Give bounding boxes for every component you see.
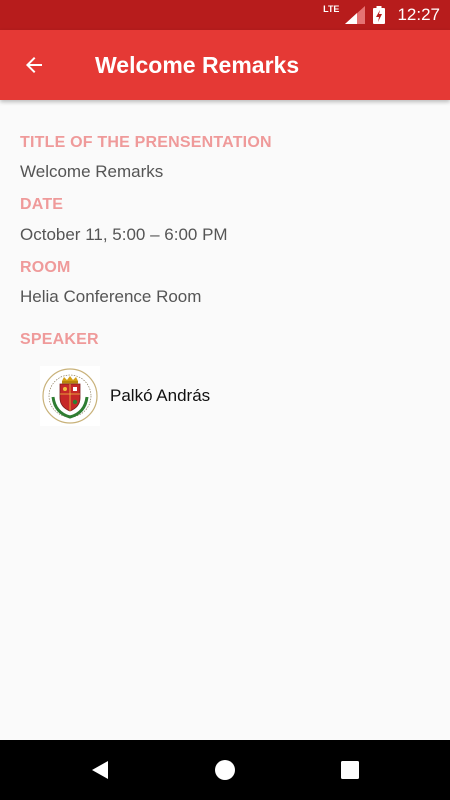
back-button[interactable]: [14, 45, 54, 85]
network-type: LTE: [323, 4, 340, 14]
status-bar: LTE 12:27: [0, 0, 450, 30]
signal-icon: [345, 6, 366, 24]
nav-back-button[interactable]: [80, 750, 120, 790]
title-label: TITLE OF THE PRENSENTATION: [20, 134, 272, 151]
navigation-bar: [0, 740, 450, 800]
app-bar: Welcome Remarks: [0, 30, 450, 100]
nav-back-icon: [92, 761, 108, 779]
date-label: DATE: [20, 196, 64, 213]
avatar: [40, 366, 100, 426]
speaker-item[interactable]: Palkó András: [40, 366, 420, 426]
nav-recents-button[interactable]: [330, 750, 370, 790]
title-value: Welcome Remarks: [20, 162, 164, 181]
nav-home-button[interactable]: [205, 750, 245, 790]
date-value: October 11, 5:00 – 6:00 PM: [20, 225, 228, 244]
speaker-label: SPEAKER: [20, 331, 99, 348]
speaker-name: Palkó András: [110, 386, 211, 405]
nav-home-icon: [215, 760, 235, 780]
clock: 12:27: [397, 5, 440, 24]
arrow-back-icon: [26, 57, 42, 73]
status-icons: LTE 12:27: [321, 0, 440, 30]
university-crest-logo: [42, 368, 98, 424]
battery-charging-icon: [373, 6, 386, 24]
nav-recents-icon: [341, 761, 359, 779]
room-label: ROOM: [20, 259, 71, 276]
page-title: Welcome Remarks: [95, 52, 300, 78]
room-value: Helia Conference Room: [20, 287, 202, 306]
